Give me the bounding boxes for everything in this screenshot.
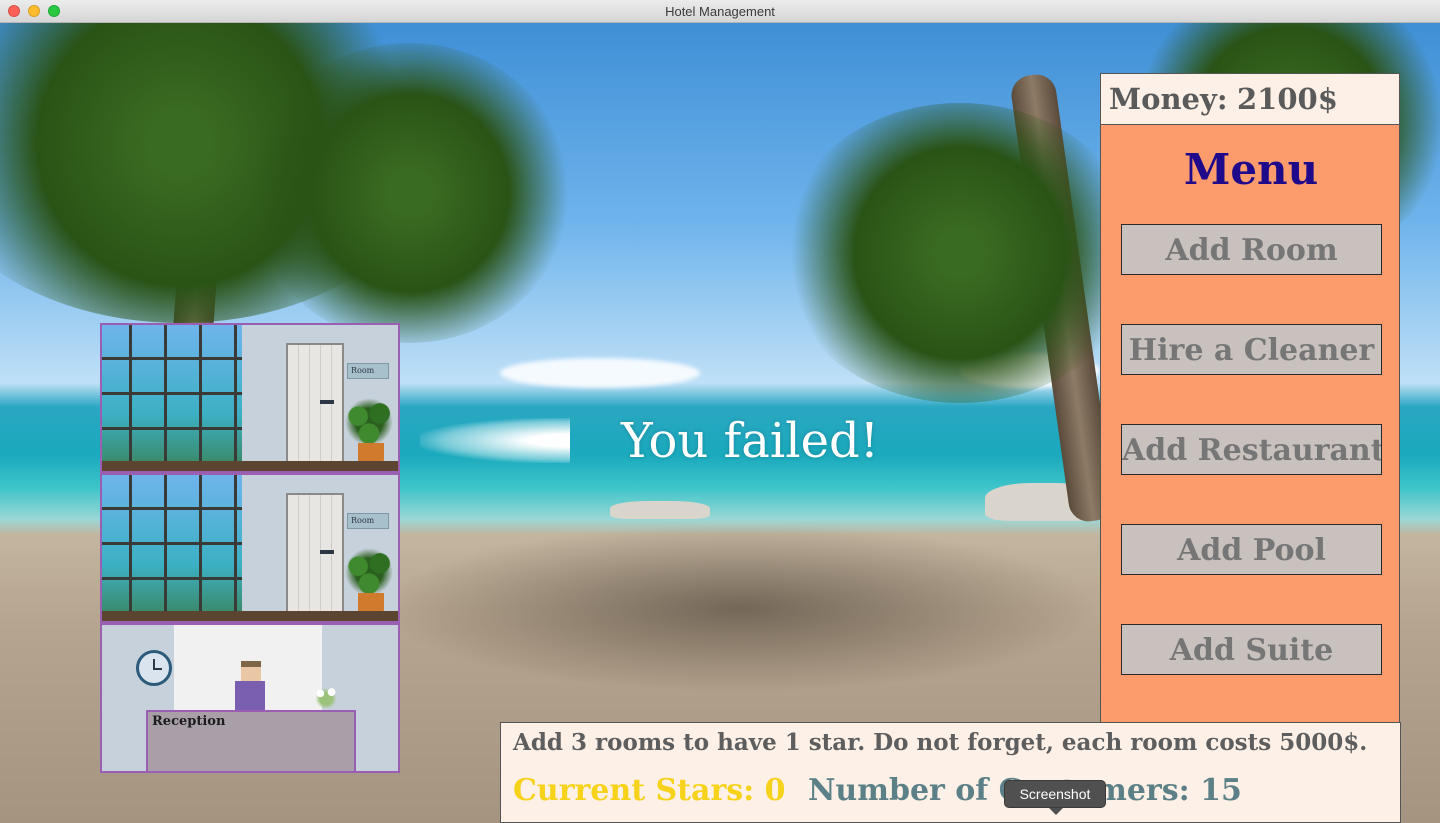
minimize-button[interactable]	[28, 5, 40, 17]
money-display: Money: 2100$	[1100, 73, 1400, 125]
receptionist-body	[235, 681, 265, 713]
money-label: Money:	[1109, 82, 1228, 116]
hotel-lobby[interactable]: Reception	[100, 623, 400, 773]
floorboard	[102, 611, 398, 621]
room-sign: Room	[347, 513, 389, 529]
money-value: 2100$	[1237, 82, 1338, 116]
close-button[interactable]	[8, 5, 20, 17]
hire-cleaner-button[interactable]: Hire a Cleaner	[1121, 324, 1382, 375]
add-room-button[interactable]: Add Room	[1121, 224, 1382, 275]
door-handle-icon	[320, 400, 334, 404]
hotel-room-floor[interactable]: Room	[100, 473, 400, 623]
reception-desk: Reception	[146, 710, 356, 771]
game-status-message: You failed!	[620, 413, 880, 469]
room-sign: Room	[347, 363, 389, 379]
palm-leaves	[780, 103, 1140, 403]
room-window	[102, 325, 242, 463]
zoom-button[interactable]	[48, 5, 60, 17]
flowers-icon	[312, 683, 340, 709]
current-stars: Current Stars: 0	[513, 773, 786, 808]
add-restaurant-button[interactable]: Add Restaurant	[1121, 424, 1382, 475]
receptionist-icon	[241, 661, 261, 681]
screenshot-tooltip: Screenshot	[1004, 780, 1106, 815]
add-suite-button[interactable]: Add Suite	[1121, 624, 1382, 675]
menu-title: Menu	[1183, 145, 1319, 194]
window-controls	[8, 5, 60, 17]
title-bar: Hotel Management	[0, 0, 1440, 23]
info-panel: Add 3 rooms to have 1 star. Do not forge…	[500, 722, 1401, 823]
room-door	[286, 493, 344, 613]
beach-rocks	[610, 501, 710, 519]
floorboard	[102, 461, 398, 471]
hotel-room-floor[interactable]: Room	[100, 323, 400, 473]
add-pool-button[interactable]: Add Pool	[1121, 524, 1382, 575]
room-window	[102, 475, 242, 613]
reception-label: Reception	[152, 714, 226, 729]
window-title: Hotel Management	[665, 3, 775, 19]
room-door	[286, 343, 344, 463]
palm-leaves	[250, 43, 570, 343]
tree-shadow	[380, 523, 1100, 693]
hint-text: Add 3 rooms to have 1 star. Do not forge…	[513, 729, 1368, 756]
jetski-spray	[420, 418, 570, 463]
hotel-building: Room Room Reception	[100, 323, 400, 773]
cloud	[500, 358, 700, 388]
clock-icon	[136, 650, 172, 686]
door-handle-icon	[320, 550, 334, 554]
menu-panel: Menu Add Room Hire a Cleaner Add Restaur…	[1100, 124, 1400, 724]
